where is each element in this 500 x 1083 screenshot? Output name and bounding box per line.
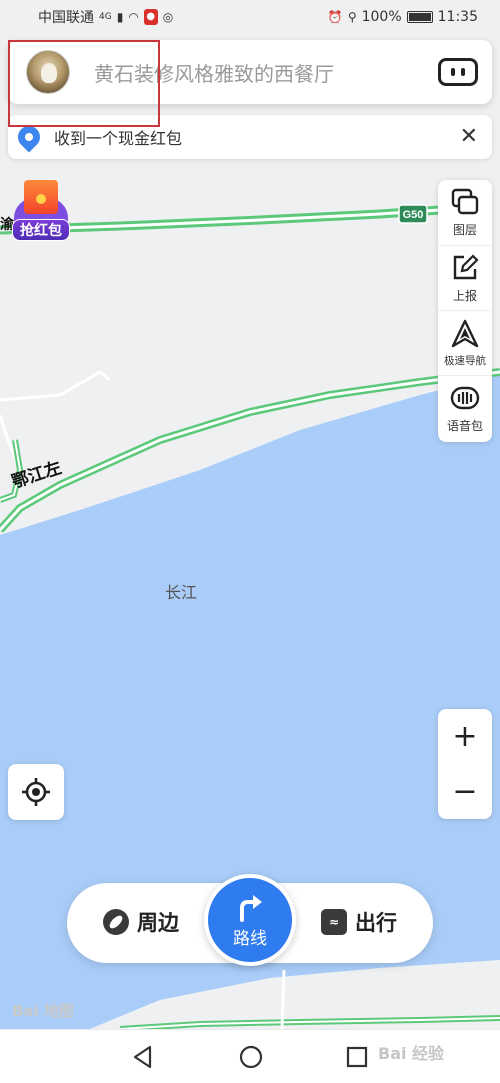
compass-icon	[103, 909, 129, 935]
crosshair-icon	[22, 778, 50, 806]
travel-icon: ≈	[321, 909, 347, 935]
voice-pack-icon	[450, 386, 480, 409]
carrier-name: 中国联通	[38, 10, 94, 26]
status-bar: 中国联通 4G ▮ ◠ ● ◎ ⏰ ⚲ 100% 11:35	[0, 0, 500, 34]
travel-label: 出行	[355, 911, 397, 935]
tool-label: 上报	[452, 288, 477, 303]
map-tools-panel: 图层 上报 极速导航 语音包	[438, 180, 492, 442]
hotspot-icon: ◎	[162, 10, 174, 24]
red-envelope-icon	[24, 180, 58, 214]
baidu-jingyan-watermark: Bai 经验	[378, 1044, 445, 1063]
layers-icon	[451, 188, 479, 215]
route-arrow-icon	[240, 894, 262, 922]
route-label: 路线	[233, 928, 267, 949]
travel-button[interactable]: ≈ 出行	[321, 907, 397, 937]
battery-icon	[406, 11, 433, 23]
zoom-out-button[interactable]: −	[438, 764, 492, 819]
baidu-map-watermark: Bai 地图	[12, 1002, 74, 1020]
highway-shield-label: G50	[403, 209, 424, 221]
minor-road-south	[280, 969, 286, 1030]
river-name-label: 长江	[165, 583, 197, 602]
home-icon[interactable]	[238, 1044, 264, 1070]
red-packet-button[interactable]: 抢红包	[12, 180, 72, 242]
back-icon[interactable]	[130, 1044, 156, 1070]
voice-assistant-icon[interactable]	[438, 58, 478, 86]
location-icon: ⚲	[347, 10, 357, 24]
microphone-icon: ●	[143, 9, 158, 25]
location-pin-icon	[13, 121, 45, 153]
search-bar[interactable]: 黄石装修风格雅致的西餐厅	[8, 40, 492, 104]
user-avatar[interactable]	[26, 50, 70, 94]
recent-apps-icon[interactable]	[344, 1044, 370, 1070]
highway-shield: G50	[398, 204, 428, 224]
battery-percent: 100%	[361, 9, 402, 25]
alarm-icon: ⏰	[327, 10, 343, 24]
nearby-button[interactable]: 周边	[103, 907, 179, 937]
tool-label: 极速导航	[444, 354, 486, 367]
tool-report[interactable]: 上报	[438, 245, 492, 310]
locate-me-button[interactable]	[8, 764, 64, 820]
signal-icon: ▮	[116, 10, 124, 24]
tool-fast-navigation[interactable]: 极速导航	[438, 310, 492, 375]
navigation-icon	[451, 319, 479, 347]
tool-label: 图层	[452, 223, 477, 237]
notice-banner[interactable]: 收到一个现金红包 ✕	[8, 115, 492, 159]
tool-layers[interactable]: 图层	[438, 180, 492, 245]
clock: 11:35	[437, 9, 478, 25]
search-input[interactable]: 黄石装修风格雅致的西餐厅	[94, 58, 438, 87]
zoom-controls: + −	[438, 709, 492, 819]
edit-icon	[453, 253, 479, 279]
close-icon[interactable]: ✕	[460, 126, 478, 148]
route-button[interactable]: 路线	[204, 874, 296, 966]
wifi-icon: ◠	[128, 10, 139, 24]
status-left: 中国联通 4G ▮ ◠ ● ◎	[38, 7, 173, 27]
tool-voice-pack[interactable]: 语音包	[438, 375, 492, 440]
red-packet-label[interactable]: 抢红包	[12, 219, 70, 241]
network-type: 4G	[99, 11, 112, 22]
tool-label: 语音包	[446, 418, 483, 433]
notice-text[interactable]: 收到一个现金红包	[54, 125, 460, 149]
status-right: ⏰ ⚲ 100% 11:35	[328, 9, 478, 25]
nearby-label: 周边	[137, 911, 179, 935]
zoom-in-button[interactable]: +	[438, 709, 492, 764]
